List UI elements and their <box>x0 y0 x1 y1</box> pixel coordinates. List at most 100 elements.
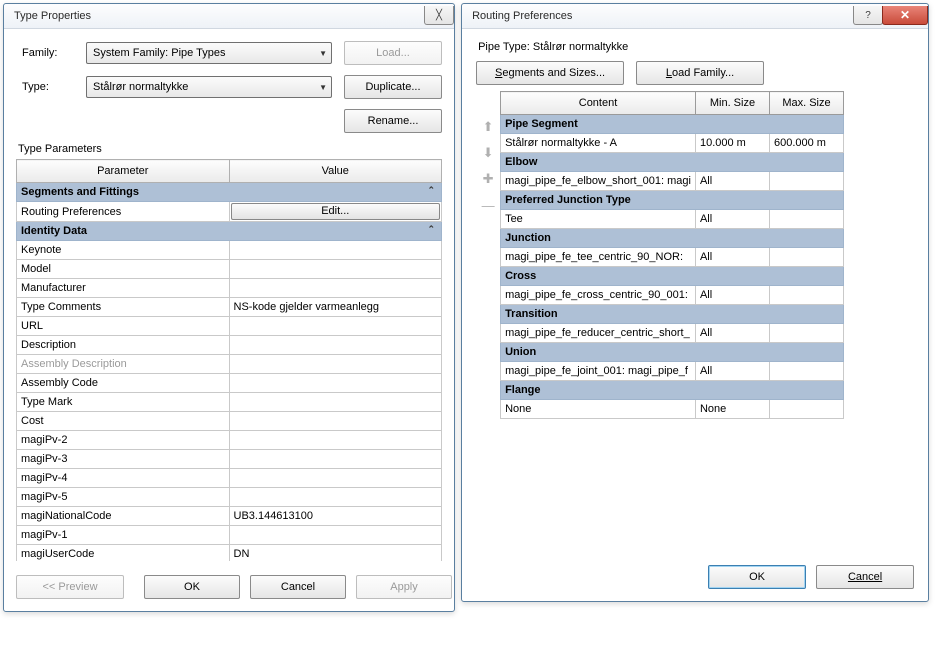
value-cell[interactable]: Edit... <box>229 202 442 222</box>
table-row[interactable]: URL <box>17 317 442 336</box>
content-cell[interactable]: magi_pipe_fe_elbow_short_001: magi <box>501 172 696 191</box>
table-row[interactable]: Assembly Description <box>17 355 442 374</box>
max-size-cell[interactable] <box>769 210 843 229</box>
min-size-cell[interactable]: All <box>695 286 769 305</box>
content-cell[interactable]: Stålrør normaltykke - A <box>501 134 696 153</box>
collapse-icon[interactable]: ⌃ <box>427 185 435 196</box>
remove-icon[interactable]: — <box>480 197 496 213</box>
table-row[interactable]: magi_pipe_fe_elbow_short_001: magiAll <box>501 172 844 191</box>
table-row[interactable]: magiUserCodeDN <box>17 545 442 562</box>
group-header[interactable]: Flange <box>501 381 844 400</box>
value-cell[interactable]: DN <box>229 545 442 562</box>
value-cell[interactable] <box>229 241 442 260</box>
max-size-cell[interactable] <box>769 400 843 419</box>
param-cell[interactable]: magiPv-1 <box>17 526 230 545</box>
table-row[interactable]: magi_pipe_fe_reducer_centric_short_All <box>501 324 844 343</box>
value-cell[interactable] <box>229 279 442 298</box>
group-header[interactable]: Junction <box>501 229 844 248</box>
content-cell[interactable]: Tee <box>501 210 696 229</box>
max-size-cell[interactable]: 600.000 m <box>769 134 843 153</box>
group-header[interactable]: Cross <box>501 267 844 286</box>
param-cell[interactable]: URL <box>17 317 230 336</box>
preview-button[interactable]: << Preview <box>16 575 124 599</box>
rename-button[interactable]: Rename... <box>344 109 442 133</box>
col-parameter[interactable]: Parameter <box>17 160 230 183</box>
content-cell[interactable]: None <box>501 400 696 419</box>
group-header[interactable]: Elbow <box>501 153 844 172</box>
min-size-cell[interactable]: All <box>695 248 769 267</box>
param-cell[interactable]: Description <box>17 336 230 355</box>
value-cell[interactable] <box>229 526 442 545</box>
close-icon[interactable]: ✕ <box>882 6 928 25</box>
param-cell[interactable]: Assembly Description <box>17 355 230 374</box>
table-row[interactable]: Description <box>17 336 442 355</box>
value-cell[interactable] <box>229 317 442 336</box>
group-header[interactable]: Segments and Fittings⌃ <box>17 183 442 202</box>
table-row[interactable]: magi_pipe_fe_joint_001: magi_pipe_fAll <box>501 362 844 381</box>
max-size-cell[interactable] <box>769 286 843 305</box>
move-up-icon[interactable]: ⬆ <box>480 119 496 135</box>
max-size-cell[interactable] <box>769 248 843 267</box>
param-cell[interactable]: Cost <box>17 412 230 431</box>
table-row[interactable]: Cost <box>17 412 442 431</box>
table-row[interactable]: magiPv-4 <box>17 469 442 488</box>
value-cell[interactable] <box>229 431 442 450</box>
table-row[interactable]: magi_pipe_fe_cross_centric_90_001:All <box>501 286 844 305</box>
table-row[interactable]: magiPv-3 <box>17 450 442 469</box>
tp-titlebar[interactable]: Type Properties ╳ <box>4 4 454 29</box>
collapse-icon[interactable]: ⌃ <box>427 224 435 235</box>
table-row[interactable]: Model <box>17 260 442 279</box>
param-cell[interactable]: Keynote <box>17 241 230 260</box>
param-cell[interactable]: Type Comments <box>17 298 230 317</box>
value-cell[interactable] <box>229 488 442 507</box>
group-header[interactable]: Transition <box>501 305 844 324</box>
table-row[interactable]: Type CommentsNS-kode gjelder varmeanlegg <box>17 298 442 317</box>
table-row[interactable]: magi_pipe_fe_tee_centric_90_NOR:All <box>501 248 844 267</box>
param-cell[interactable]: Model <box>17 260 230 279</box>
param-cell[interactable]: Routing Preferences <box>17 202 230 222</box>
value-cell[interactable] <box>229 336 442 355</box>
col-value[interactable]: Value <box>229 160 442 183</box>
type-parameters-grid[interactable]: Parameter Value Segments and Fittings⌃Ro… <box>16 159 442 561</box>
value-cell[interactable]: NS-kode gjelder varmeanlegg <box>229 298 442 317</box>
family-combo[interactable]: System Family: Pipe Types ▼ <box>86 42 332 64</box>
max-size-cell[interactable] <box>769 362 843 381</box>
min-size-cell[interactable]: All <box>695 210 769 229</box>
table-row[interactable]: Routing PreferencesEdit... <box>17 202 442 222</box>
value-cell[interactable] <box>229 469 442 488</box>
param-cell[interactable]: Manufacturer <box>17 279 230 298</box>
cancel-button[interactable]: Cancel <box>250 575 346 599</box>
cancel-button[interactable]: Cancel <box>816 565 914 589</box>
value-cell[interactable] <box>229 450 442 469</box>
table-row[interactable]: Manufacturer <box>17 279 442 298</box>
param-cell[interactable]: magiUserCode <box>17 545 230 562</box>
value-cell[interactable] <box>229 393 442 412</box>
param-cell[interactable]: magiNationalCode <box>17 507 230 526</box>
value-cell[interactable] <box>229 412 442 431</box>
value-cell[interactable] <box>229 260 442 279</box>
group-header[interactable]: Preferred Junction Type <box>501 191 844 210</box>
min-size-cell[interactable]: All <box>695 362 769 381</box>
help-icon[interactable]: ? <box>853 6 883 25</box>
min-size-cell[interactable]: None <box>695 400 769 419</box>
table-row[interactable]: magiPv-2 <box>17 431 442 450</box>
min-size-cell[interactable]: All <box>695 172 769 191</box>
content-cell[interactable]: magi_pipe_fe_reducer_centric_short_ <box>501 324 696 343</box>
edit-button[interactable]: Edit... <box>231 203 441 220</box>
value-cell[interactable] <box>229 374 442 393</box>
col-content[interactable]: Content <box>501 92 696 115</box>
table-row[interactable]: Stålrør normaltykke - A10.000 m600.000 m <box>501 134 844 153</box>
rp-titlebar[interactable]: Routing Preferences ? ✕ <box>462 4 928 29</box>
content-cell[interactable]: magi_pipe_fe_joint_001: magi_pipe_f <box>501 362 696 381</box>
table-row[interactable]: TeeAll <box>501 210 844 229</box>
table-row[interactable]: Keynote <box>17 241 442 260</box>
table-row[interactable]: Type Mark <box>17 393 442 412</box>
param-cell[interactable]: Type Mark <box>17 393 230 412</box>
max-size-cell[interactable] <box>769 324 843 343</box>
value-cell[interactable] <box>229 355 442 374</box>
content-cell[interactable]: magi_pipe_fe_tee_centric_90_NOR: <box>501 248 696 267</box>
min-size-cell[interactable]: 10.000 m <box>695 134 769 153</box>
group-header[interactable]: Identity Data⌃ <box>17 222 442 241</box>
ok-button[interactable]: OK <box>144 575 240 599</box>
content-cell[interactable]: magi_pipe_fe_cross_centric_90_001: <box>501 286 696 305</box>
